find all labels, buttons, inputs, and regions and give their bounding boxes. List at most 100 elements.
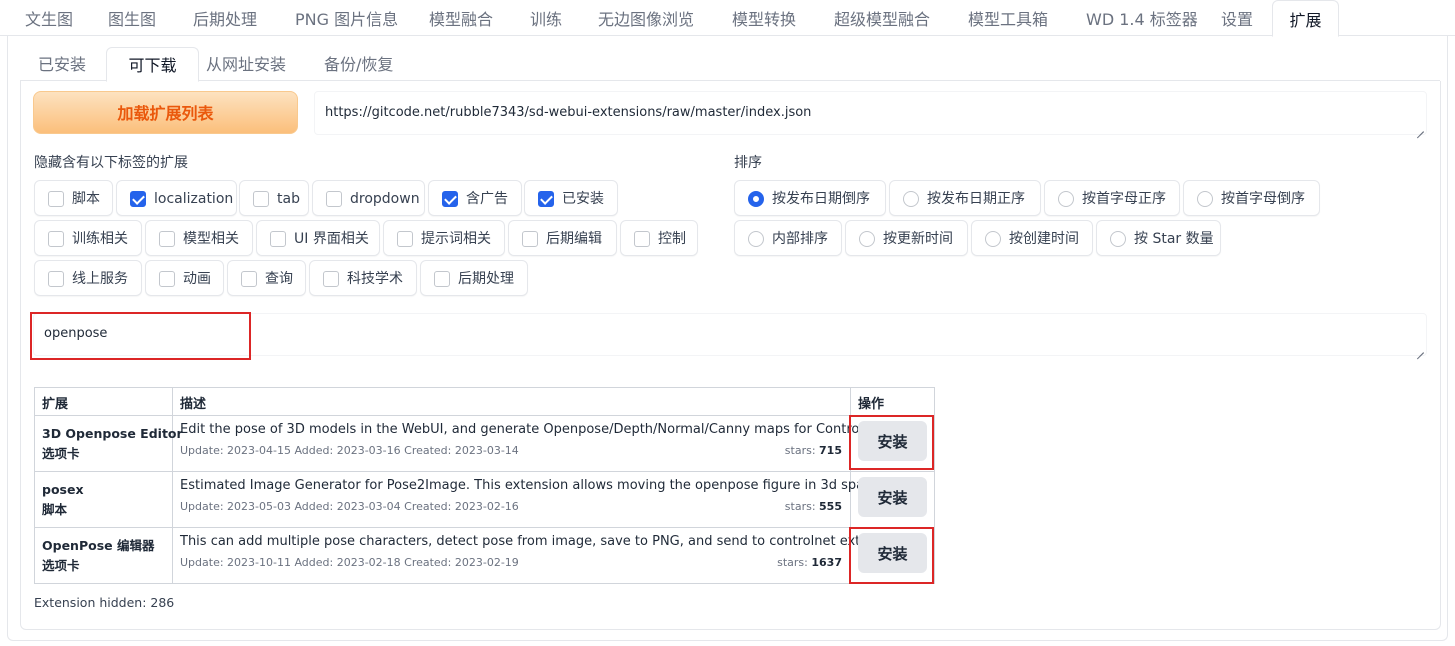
tab-image-browser[interactable]: 无边图像浏览: [598, 0, 694, 36]
tab-settings[interactable]: 设置: [1221, 0, 1253, 36]
checkbox-icon[interactable]: [397, 231, 413, 247]
tag-editing[interactable]: 后期编辑: [508, 220, 617, 256]
table-row-meta: Update: 2023-04-15 Added: 2023-03-16 Cre…: [180, 444, 519, 457]
row-divider: [34, 415, 935, 416]
table-row-stars: stars: 555: [784, 500, 842, 513]
tab-png-info[interactable]: PNG 图片信息: [295, 0, 398, 36]
radio-icon[interactable]: [1058, 191, 1074, 207]
checkbox-checked-icon[interactable]: [538, 191, 554, 207]
tag-query[interactable]: 查询: [227, 260, 306, 296]
table-row-stars: stars: 715: [784, 444, 842, 457]
url-value: https://gitcode.net/rubble7343/sd-webui-…: [325, 105, 812, 120]
tab-super-merger[interactable]: 超级模型融合: [834, 0, 930, 36]
table-row-name[interactable]: posex 脚本: [42, 480, 84, 520]
radio-icon[interactable]: [1110, 231, 1126, 247]
main-tab-bar: 文生图 图生图 后期处理 PNG 图片信息 模型融合 训练 无边图像浏览 模型转…: [0, 0, 1455, 37]
tag-script[interactable]: 脚本: [34, 180, 113, 216]
install-highlight-box: [849, 527, 934, 584]
tab-model-toolkit[interactable]: 模型工具箱: [968, 0, 1048, 36]
extension-index-url-input[interactable]: https://gitcode.net/rubble7343/sd-webui-…: [314, 91, 1427, 135]
tag-science[interactable]: 科技学术: [309, 260, 417, 296]
radio-icon[interactable]: [985, 231, 1001, 247]
table-row-name[interactable]: 3D Openpose Editor 选项卡: [42, 424, 183, 464]
load-extension-list-button[interactable]: 加载扩展列表: [33, 91, 298, 134]
install-highlight-box: [849, 415, 934, 470]
tag-online[interactable]: 线上服务: [34, 260, 142, 296]
search-highlight-box: [30, 312, 251, 360]
extensions-sub-tab-bar: 已安装 可下载 从网址安装 备份/恢复: [20, 47, 1440, 82]
tab-checkpoint-merger[interactable]: 模型融合: [429, 0, 493, 36]
header-extension: 扩展: [42, 397, 69, 412]
table-row-desc: Edit the pose of 3D models in the WebUI,…: [180, 422, 890, 437]
table-row-stars: stars: 1637: [777, 556, 842, 569]
checkbox-icon[interactable]: [634, 231, 650, 247]
table-row-meta: Update: 2023-10-11 Added: 2023-02-18 Cre…: [180, 556, 519, 569]
table-row-name[interactable]: OpenPose 编辑器 选项卡: [42, 536, 154, 576]
tag-manipulations[interactable]: 控制: [620, 220, 698, 256]
hide-tags-label: 隐藏含有以下标签的扩展: [34, 155, 188, 171]
radio-icon[interactable]: [1197, 191, 1213, 207]
radio-icon[interactable]: [748, 231, 764, 247]
tag-training[interactable]: 训练相关: [34, 220, 142, 256]
sort-stars[interactable]: 按 Star 数量: [1096, 220, 1221, 256]
tab-txt2img[interactable]: 文生图: [25, 0, 73, 36]
checkbox-icon[interactable]: [323, 271, 339, 287]
tab-train[interactable]: 训练: [530, 0, 562, 36]
resize-handle-icon[interactable]: [1416, 345, 1424, 353]
row-divider: [34, 471, 935, 472]
checkbox-icon[interactable]: [159, 271, 175, 287]
tag-animation[interactable]: 动画: [145, 260, 224, 296]
table-row-desc: Estimated Image Generator for Pose2Image…: [180, 478, 884, 493]
sort-z-a[interactable]: 按首字母倒序: [1183, 180, 1320, 216]
row-divider: [34, 527, 935, 528]
radio-selected-icon[interactable]: [748, 191, 764, 207]
radio-icon[interactable]: [859, 231, 875, 247]
extensions-hidden-count: Extension hidden: 286: [34, 595, 175, 610]
sort-label: 排序: [734, 155, 762, 171]
tag-localization[interactable]: localization: [116, 180, 237, 216]
install-button[interactable]: 安装: [858, 477, 927, 517]
header-action: 操作: [858, 397, 885, 412]
table-row-desc: This can add multiple pose characters, d…: [180, 534, 908, 549]
checkbox-icon[interactable]: [522, 231, 538, 247]
tag-postprocessing[interactable]: 后期处理: [420, 260, 528, 296]
radio-icon[interactable]: [903, 191, 919, 207]
tag-installed[interactable]: 已安装: [524, 180, 618, 216]
table-row-meta: Update: 2023-05-03 Added: 2023-03-04 Cre…: [180, 500, 519, 513]
sort-update-time[interactable]: 按更新时间: [845, 220, 968, 256]
checkbox-icon[interactable]: [48, 231, 64, 247]
checkbox-icon[interactable]: [253, 191, 269, 207]
checkbox-icon[interactable]: [159, 231, 175, 247]
subtab-available[interactable]: 可下载: [106, 47, 199, 82]
sort-newest-first[interactable]: 按发布日期倒序: [734, 180, 886, 216]
subtab-installed[interactable]: 已安装: [38, 47, 86, 81]
tab-extensions[interactable]: 扩展: [1272, 0, 1339, 37]
sort-internal[interactable]: 内部排序: [734, 220, 842, 256]
tag-models[interactable]: 模型相关: [145, 220, 253, 256]
tab-wd14-tagger[interactable]: WD 1.4 标签器: [1086, 0, 1198, 36]
subtab-install-from-url[interactable]: 从网址安装: [206, 47, 286, 81]
tag-ads[interactable]: 含广告: [428, 180, 522, 216]
subtab-backup-restore[interactable]: 备份/恢复: [324, 47, 393, 81]
header-description: 描述: [180, 397, 207, 412]
checkbox-icon[interactable]: [326, 191, 342, 207]
tag-prompting[interactable]: 提示词相关: [383, 220, 505, 256]
tab-model-converter[interactable]: 模型转换: [732, 0, 796, 36]
tab-img2img[interactable]: 图生图: [108, 0, 156, 36]
sort-oldest-first[interactable]: 按发布日期正序: [889, 180, 1041, 216]
column-divider: [172, 387, 173, 584]
checkbox-icon[interactable]: [241, 271, 257, 287]
sort-a-z[interactable]: 按首字母正序: [1044, 180, 1180, 216]
checkbox-icon[interactable]: [48, 191, 64, 207]
resize-handle-icon[interactable]: [1416, 124, 1424, 132]
checkbox-icon[interactable]: [270, 231, 286, 247]
checkbox-icon[interactable]: [434, 271, 450, 287]
tag-ui[interactable]: UI 界面相关: [256, 220, 380, 256]
tag-dropdown[interactable]: dropdown: [312, 180, 425, 216]
checkbox-checked-icon[interactable]: [442, 191, 458, 207]
sort-create-time[interactable]: 按创建时间: [971, 220, 1093, 256]
tag-tab[interactable]: tab: [239, 180, 309, 216]
checkbox-checked-icon[interactable]: [130, 191, 146, 207]
tab-extras[interactable]: 后期处理: [193, 0, 257, 36]
checkbox-icon[interactable]: [48, 271, 64, 287]
